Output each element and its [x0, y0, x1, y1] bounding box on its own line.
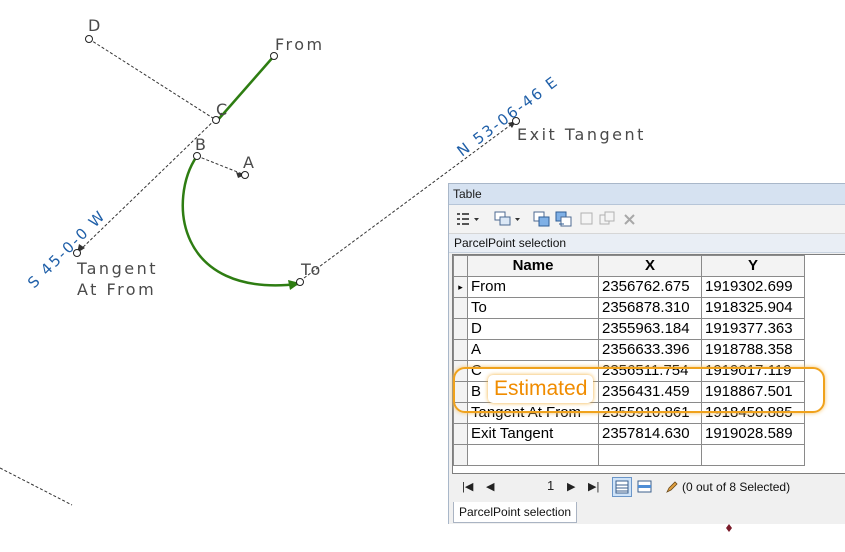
record-number-input[interactable]: 1: [547, 478, 554, 494]
table-options-icon[interactable]: [456, 211, 480, 227]
cell-y[interactable]: 1919028.589: [701, 423, 805, 445]
point-d[interactable]: [85, 35, 93, 43]
label-exit-tangent: Exit Tangent: [517, 125, 646, 144]
cell-y[interactable]: 1918325.904: [701, 297, 805, 319]
next-record-icon[interactable]: ▶: [567, 479, 575, 495]
table-toolbar: [449, 205, 845, 234]
row-header[interactable]: [453, 339, 468, 361]
column-header-y[interactable]: Y: [701, 255, 805, 277]
cell-name[interactable]: D: [467, 318, 599, 340]
cell-x[interactable]: 2356878.310: [598, 297, 702, 319]
cell-x[interactable]: [598, 444, 702, 466]
map-marker-icon: [726, 524, 732, 532]
cell-name[interactable]: A: [467, 339, 599, 361]
current-row-indicator-icon[interactable]: ▸: [453, 276, 468, 298]
label-tangent-line1: Tangent: [76, 259, 158, 278]
cell-x[interactable]: 2357814.630: [598, 423, 702, 445]
cell-name[interactable]: Exit Tangent: [467, 423, 599, 445]
row-header[interactable]: [453, 423, 468, 445]
previous-record-icon[interactable]: ◀: [486, 479, 494, 495]
cell-y[interactable]: [701, 444, 805, 466]
label-c: C: [216, 100, 230, 119]
cell-name[interactable]: [467, 444, 599, 466]
tab-parcelpoint-selection[interactable]: ParcelPoint selection: [453, 502, 578, 523]
row-header-corner: [453, 255, 468, 277]
tangent-line-d-to-c: [88, 38, 217, 121]
offscreen-dashed-line: [0, 467, 73, 506]
cell-y[interactable]: 1918788.358: [701, 339, 805, 361]
cell-y[interactable]: 1919377.363: [701, 318, 805, 340]
table-window-title[interactable]: Table: [449, 184, 845, 205]
show-all-records-icon[interactable]: [612, 477, 632, 497]
column-header-name[interactable]: Name: [467, 255, 599, 277]
cell-x[interactable]: 2356762.675: [598, 276, 702, 298]
table-window[interactable]: Table ParcelPoint selection Name X Y ▸ F…: [448, 183, 845, 524]
radial-line-b-to-a: [196, 155, 246, 176]
table-row[interactable]: D 2355963.184 1919377.363: [453, 318, 805, 340]
show-selected-records-icon[interactable]: [637, 479, 653, 495]
switch-selection-icon[interactable]: [555, 211, 573, 227]
cell-x[interactable]: 2356633.396: [598, 339, 702, 361]
label-a: A: [243, 153, 256, 172]
column-header-x[interactable]: X: [598, 255, 702, 277]
table-row[interactable]: ▸ From 2356762.675 1919302.699: [453, 276, 805, 298]
related-tables-icon[interactable]: [494, 211, 522, 227]
entry-tangent-line: [76, 112, 223, 254]
grid-header-row: Name X Y: [453, 255, 805, 277]
cell-y[interactable]: 1919302.699: [701, 276, 805, 298]
point-a[interactable]: [241, 171, 249, 179]
copy-selected-icon[interactable]: [599, 211, 617, 227]
table-row[interactable]: A 2356633.396 1918788.358: [453, 339, 805, 361]
delete-selected-icon[interactable]: [623, 211, 637, 227]
label-b: B: [195, 135, 208, 154]
cell-name[interactable]: From: [467, 276, 599, 298]
table-row[interactable]: To 2356878.310 1918325.904: [453, 297, 805, 319]
record-navigator: |◀ ◀ 1 ▶ ▶| (0 out of 8 Selected): [452, 475, 844, 499]
table-selection-caption: ParcelPoint selection: [449, 234, 845, 253]
row-header[interactable]: [453, 318, 468, 340]
first-record-icon[interactable]: |◀: [462, 479, 473, 495]
table-row-empty[interactable]: [453, 444, 805, 466]
row-header[interactable]: [453, 444, 468, 466]
attribute-grid[interactable]: Name X Y ▸ From 2356762.675 1919302.699 …: [452, 254, 845, 474]
pencil-icon: [666, 481, 678, 493]
estimated-callout: Estimated: [488, 375, 594, 403]
bearing-entry-tangent: S 45-0-0 W: [24, 206, 109, 291]
label-d: D: [88, 16, 103, 35]
label-tangent-line2: At From: [77, 280, 156, 299]
table-row[interactable]: Exit Tangent 2357814.630 1919028.589: [453, 423, 805, 445]
row-header[interactable]: [453, 297, 468, 319]
selection-count-status: (0 out of 8 Selected): [666, 479, 836, 495]
last-record-icon[interactable]: ▶|: [588, 479, 599, 495]
bearing-exit-tangent: N 53-06-46 E: [454, 72, 563, 160]
point-to[interactable]: [296, 278, 304, 286]
clear-selection-icon[interactable]: [579, 211, 595, 227]
label-to: To: [300, 260, 323, 279]
cell-name[interactable]: To: [467, 297, 599, 319]
select-by-attributes-icon[interactable]: [533, 211, 551, 227]
label-from: From: [275, 35, 325, 54]
selection-count-text: (0 out of 8 Selected): [682, 480, 791, 494]
cell-x[interactable]: 2355963.184: [598, 318, 702, 340]
